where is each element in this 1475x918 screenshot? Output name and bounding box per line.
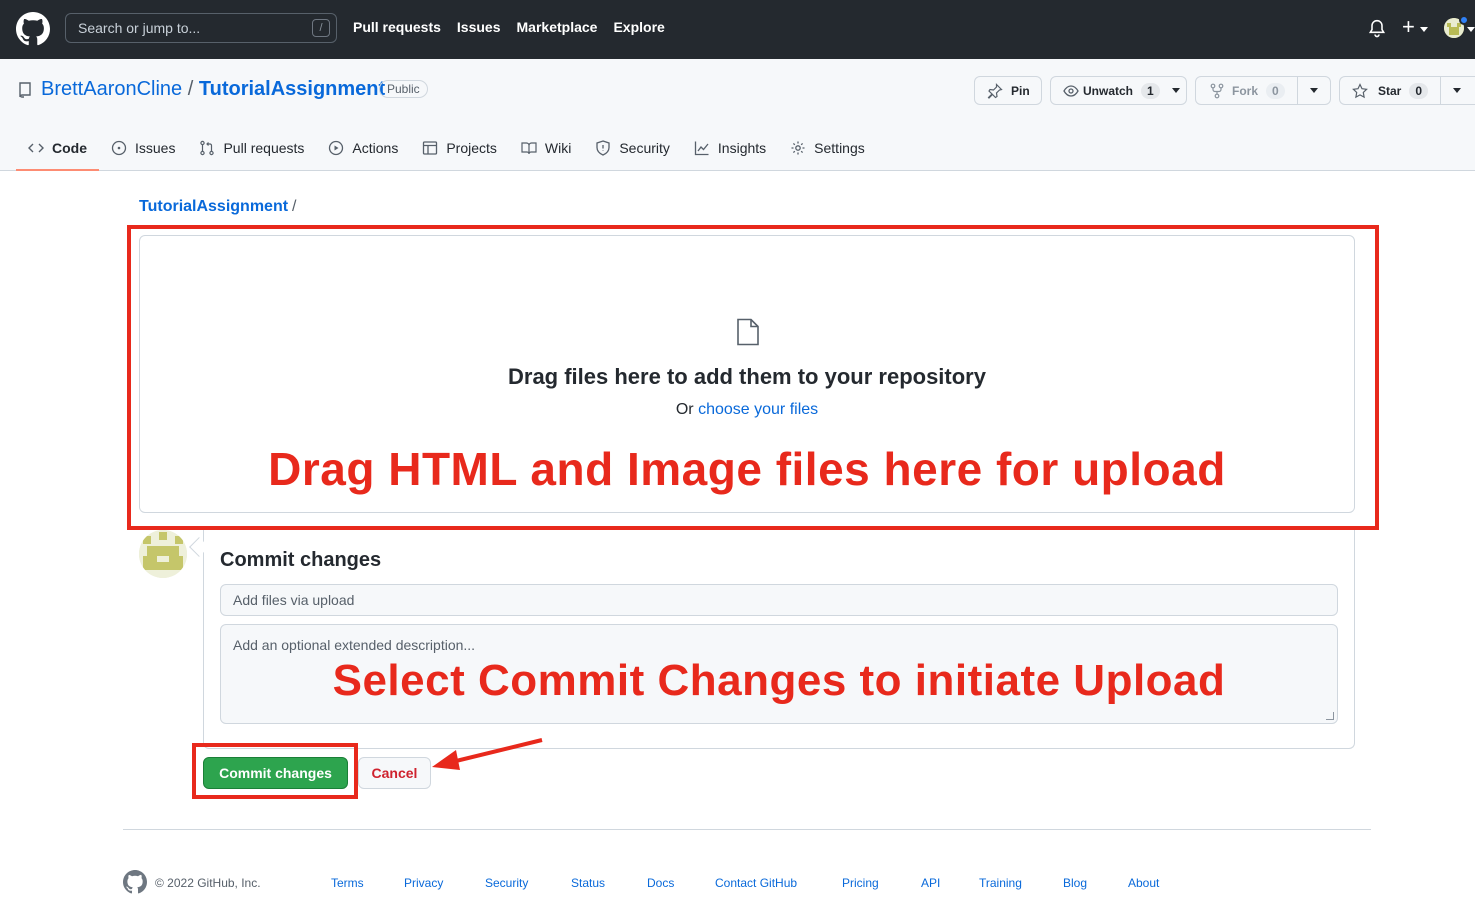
nav-explore[interactable]: Explore xyxy=(613,19,664,35)
unwatch-label: Unwatch xyxy=(1083,83,1134,98)
watch-count: 1 xyxy=(1141,82,1160,99)
footer-link-status[interactable]: Status xyxy=(571,876,605,890)
pin-icon xyxy=(987,82,1003,99)
star-icon xyxy=(1352,82,1368,98)
pin-label: Pin xyxy=(1011,83,1030,98)
unread-indicator-dot xyxy=(1459,15,1469,25)
fork-icon xyxy=(1210,83,1224,98)
tab-security-label: Security xyxy=(619,140,670,156)
code-icon xyxy=(28,143,44,153)
star-label[interactable]: Star xyxy=(1378,84,1401,98)
repo-icon xyxy=(19,82,31,98)
create-new-plus-icon[interactable]: + xyxy=(1402,14,1415,40)
footer-link-docs[interactable]: Docs xyxy=(647,876,674,890)
github-footer-logo-icon[interactable] xyxy=(123,870,147,894)
nav-pull-requests[interactable]: Pull requests xyxy=(353,19,441,35)
footer-link-security[interactable]: Security xyxy=(485,876,528,890)
cancel-button[interactable]: Cancel xyxy=(358,757,431,789)
commit-author-avatar xyxy=(139,530,187,578)
tab-issues-label: Issues xyxy=(135,140,176,156)
github-logo-icon[interactable] xyxy=(16,12,50,46)
star-caret-icon[interactable] xyxy=(1453,88,1462,93)
star-count: 0 xyxy=(1409,82,1429,99)
unwatch-caret-icon xyxy=(1171,88,1180,93)
star-button-group: Star 0 xyxy=(1339,76,1475,105)
footer-link-pricing[interactable]: Pricing xyxy=(842,876,879,890)
tab-insights[interactable]: Insights xyxy=(682,125,778,171)
tab-projects[interactable]: Projects xyxy=(410,125,509,171)
fork-button-group: Fork 0 xyxy=(1195,76,1331,105)
commit-message-input[interactable]: Add files via upload xyxy=(220,584,1338,616)
footer-link-training[interactable]: Training xyxy=(979,876,1022,890)
commit-title: Commit changes xyxy=(220,549,382,571)
book-icon xyxy=(521,142,537,155)
commit-description-placeholder: Add an optional extended description... xyxy=(233,637,476,653)
fork-label[interactable]: Fork xyxy=(1232,84,1258,98)
footer-link-about[interactable]: About xyxy=(1128,876,1159,890)
tab-projects-label: Projects xyxy=(446,140,497,156)
repo-title-separator: / xyxy=(187,78,194,100)
global-header: Search or jump to... / Pull requests Iss… xyxy=(0,0,1475,59)
drop-zone-highlight-box xyxy=(127,225,1379,530)
commit-button-highlight-box xyxy=(192,743,358,799)
pin-button[interactable]: Pin xyxy=(974,76,1042,105)
tab-insights-label: Insights xyxy=(717,140,767,156)
repo-owner-link[interactable]: BrettAaronCline xyxy=(41,78,182,100)
tab-wiki[interactable]: Wiki xyxy=(509,125,583,171)
tab-settings-label: Settings xyxy=(814,140,865,156)
tab-pull-requests-label: Pull requests xyxy=(223,140,305,156)
repo-nav: Code Issues Pull requests Actions Projec… xyxy=(16,125,877,171)
create-new-caret-icon[interactable] xyxy=(1420,27,1428,32)
search-input[interactable]: Search or jump to... / xyxy=(65,13,337,43)
tab-wiki-label: Wiki xyxy=(544,140,572,156)
notification-bell-icon[interactable] xyxy=(1368,19,1386,39)
play-icon xyxy=(329,140,344,156)
graph-icon xyxy=(694,141,709,156)
star-split-divider xyxy=(1440,77,1442,104)
tab-actions[interactable]: Actions xyxy=(316,125,410,171)
copyright-text: © 2022 GitHub, Inc. xyxy=(155,876,261,890)
avatar-caret-icon[interactable] xyxy=(1467,27,1475,32)
nav-issues[interactable]: Issues xyxy=(457,19,501,35)
tab-actions-label: Actions xyxy=(352,140,399,156)
visibility-badge: Public xyxy=(379,80,428,98)
breadcrumb: TutorialAssignment / xyxy=(139,198,297,216)
fork-count: 0 xyxy=(1266,82,1285,99)
footer-link-terms[interactable]: Terms xyxy=(331,876,364,890)
tab-code[interactable]: Code xyxy=(16,125,99,171)
unwatch-button[interactable]: Unwatch 1 xyxy=(1050,76,1187,105)
resize-handle-icon[interactable] xyxy=(1326,712,1334,720)
footer-link-api[interactable]: API xyxy=(921,876,940,890)
global-nav: Pull requests Issues Marketplace Explore xyxy=(353,19,665,35)
tab-code-label: Code xyxy=(52,140,87,156)
pull-request-icon xyxy=(200,140,215,156)
tab-settings[interactable]: Settings xyxy=(778,125,877,171)
fork-caret-icon[interactable] xyxy=(1309,88,1318,93)
gear-icon xyxy=(791,141,805,155)
breadcrumb-separator: / xyxy=(292,198,297,215)
table-icon xyxy=(423,141,438,155)
search-placeholder: Search or jump to... xyxy=(78,20,201,36)
commit-annotation: Select Commit Changes to initiate Upload xyxy=(332,656,1226,705)
fork-split-divider xyxy=(1296,77,1298,104)
issue-icon xyxy=(111,140,127,156)
eye-icon xyxy=(1063,84,1079,97)
footer-link-blog[interactable]: Blog xyxy=(1063,876,1087,890)
annotation-arrow-icon xyxy=(432,738,543,770)
tab-issues[interactable]: Issues xyxy=(99,125,187,171)
footer-divider xyxy=(123,829,1371,830)
repo-title: BrettAaronCline / TutorialAssignment xyxy=(41,78,385,101)
nav-marketplace[interactable]: Marketplace xyxy=(517,19,598,35)
shield-icon xyxy=(596,140,610,156)
repo-name-link[interactable]: TutorialAssignment xyxy=(199,78,385,100)
footer-link-privacy[interactable]: Privacy xyxy=(404,876,443,890)
footer-link-contact[interactable]: Contact GitHub xyxy=(715,876,797,890)
tab-security[interactable]: Security xyxy=(583,125,682,171)
search-shortcut-key: / xyxy=(312,19,330,37)
tab-pull-requests[interactable]: Pull requests xyxy=(187,125,316,171)
breadcrumb-repo-link[interactable]: TutorialAssignment xyxy=(139,198,288,215)
